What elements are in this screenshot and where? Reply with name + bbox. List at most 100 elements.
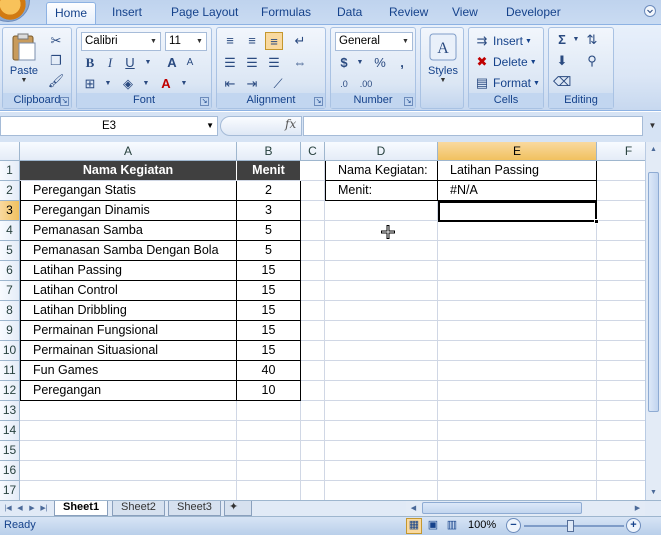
cell-f5[interactable] bbox=[597, 241, 645, 261]
cell-f1[interactable] bbox=[597, 161, 645, 181]
cell-b13[interactable] bbox=[237, 401, 301, 421]
cell-e7[interactable] bbox=[438, 281, 597, 301]
name-box[interactable]: E3 ▼ bbox=[0, 116, 218, 136]
cell-e11[interactable] bbox=[438, 361, 597, 381]
clipboard-launcher-icon[interactable]: ↘ bbox=[60, 97, 69, 106]
cell-b16[interactable] bbox=[237, 461, 301, 481]
horizontal-scroll-thumb[interactable] bbox=[422, 502, 582, 514]
comma-style-icon[interactable]: , bbox=[393, 54, 411, 72]
page-layout-view-icon[interactable]: ▣ bbox=[425, 518, 441, 534]
worksheet-grid[interactable]: ABCDEF 1 2 3 4 5 6 7 8 9 10 11 12 13 14 15 16 17 Nama Ke… bbox=[0, 142, 645, 500]
normal-view-icon[interactable]: ▦ bbox=[406, 518, 422, 534]
lookup-value-nama[interactable]: Latihan Passing bbox=[438, 161, 597, 181]
cell-f4[interactable] bbox=[597, 221, 645, 241]
row-header-14[interactable]: 14 bbox=[0, 421, 20, 441]
scroll-right-icon[interactable]: ▶ bbox=[630, 501, 645, 516]
last-sheet-icon[interactable]: ▶| bbox=[38, 501, 50, 516]
page-break-view-icon[interactable]: ▥ bbox=[444, 518, 460, 534]
align-left-icon[interactable]: ☰ bbox=[221, 54, 239, 72]
cell-c13[interactable] bbox=[301, 401, 325, 421]
copy-icon[interactable]: ❐ bbox=[47, 52, 65, 70]
cell-d3[interactable] bbox=[325, 201, 438, 221]
cell-c1[interactable] bbox=[301, 161, 325, 181]
table-cell-minutes[interactable]: 15 bbox=[237, 281, 301, 301]
first-sheet-icon[interactable]: |◀ bbox=[2, 501, 14, 516]
table-cell-name[interactable]: Pemanasan Samba bbox=[20, 221, 237, 241]
table-cell-minutes[interactable]: 3 bbox=[237, 201, 301, 221]
find-select-icon[interactable]: ⚲ bbox=[583, 52, 601, 70]
table-cell-name[interactable]: Latihan Control bbox=[20, 281, 237, 301]
orientation-icon[interactable]: ⟋ bbox=[269, 75, 287, 93]
merge-center-icon[interactable]: ⇔ bbox=[291, 54, 309, 72]
alignment-launcher-icon[interactable]: ↘ bbox=[314, 97, 323, 106]
cell-c4[interactable] bbox=[301, 221, 325, 241]
increase-decimal-icon[interactable]: .0 bbox=[335, 75, 353, 93]
table-cell-minutes[interactable]: 15 bbox=[237, 301, 301, 321]
table-cell-name[interactable]: Peregangan Dinamis bbox=[20, 201, 237, 221]
shrink-font-icon[interactable]: A bbox=[181, 54, 199, 72]
table-cell-minutes[interactable]: 40 bbox=[237, 361, 301, 381]
table-cell-name[interactable]: Permainan Fungsional bbox=[20, 321, 237, 341]
cell-a14[interactable] bbox=[20, 421, 237, 441]
sheet-tab-sheet3[interactable]: Sheet3 bbox=[168, 501, 221, 516]
cell-e15[interactable] bbox=[438, 441, 597, 461]
cell-d16[interactable] bbox=[325, 461, 438, 481]
row-header-4[interactable]: 4 bbox=[0, 221, 20, 241]
cell-e6[interactable] bbox=[438, 261, 597, 281]
cell-e5[interactable] bbox=[438, 241, 597, 261]
cell-c12[interactable] bbox=[301, 381, 325, 401]
active-cell-e3[interactable] bbox=[438, 201, 599, 224]
lookup-value-menit[interactable]: #N/A bbox=[438, 181, 597, 201]
underline-icon[interactable]: U bbox=[121, 54, 139, 72]
cell-c6[interactable] bbox=[301, 261, 325, 281]
cell-d8[interactable] bbox=[325, 301, 438, 321]
cell-f2[interactable] bbox=[597, 181, 645, 201]
decrease-decimal-icon[interactable]: .00 bbox=[357, 75, 375, 93]
cell-d5[interactable] bbox=[325, 241, 438, 261]
fill-color-dropdown-icon[interactable]: ▼ bbox=[137, 75, 155, 93]
next-sheet-icon[interactable]: ▶ bbox=[26, 501, 38, 516]
cell-d13[interactable] bbox=[325, 401, 438, 421]
cell-c17[interactable] bbox=[301, 481, 325, 500]
cell-d6[interactable] bbox=[325, 261, 438, 281]
horizontal-scrollbar[interactable]: ◀ ▶ bbox=[406, 501, 645, 516]
cell-f9[interactable] bbox=[597, 321, 645, 341]
cell-f16[interactable] bbox=[597, 461, 645, 481]
borders-dropdown-icon[interactable]: ▼ bbox=[99, 75, 117, 93]
cell-c5[interactable] bbox=[301, 241, 325, 261]
font-launcher-icon[interactable]: ↘ bbox=[200, 97, 209, 106]
cell-f15[interactable] bbox=[597, 441, 645, 461]
row-header-17[interactable]: 17 bbox=[0, 481, 20, 500]
zoom-out-icon[interactable]: − bbox=[506, 518, 521, 533]
table-cell-name[interactable]: Pemanasan Samba Dengan Bola bbox=[20, 241, 237, 261]
percent-icon[interactable]: % bbox=[371, 54, 389, 72]
vertical-scrollbar[interactable]: ▲ ▼ bbox=[645, 142, 661, 500]
cell-d10[interactable] bbox=[325, 341, 438, 361]
table-cell-name[interactable]: Peregangan Statis bbox=[20, 181, 237, 201]
cell-d11[interactable] bbox=[325, 361, 438, 381]
cell-e4[interactable] bbox=[438, 221, 597, 241]
cell-c7[interactable] bbox=[301, 281, 325, 301]
lookup-label-nama[interactable]: Nama Kegiatan: bbox=[325, 161, 438, 181]
zoom-slider-track[interactable] bbox=[524, 525, 624, 527]
wrap-text-icon[interactable]: ↵ bbox=[291, 32, 309, 50]
column-header-f[interactable]: F bbox=[597, 142, 645, 161]
cell-f6[interactable] bbox=[597, 261, 645, 281]
cell-e16[interactable] bbox=[438, 461, 597, 481]
cell-c15[interactable] bbox=[301, 441, 325, 461]
select-all-corner[interactable] bbox=[0, 142, 20, 161]
styles-button[interactable]: A Styles ▼ bbox=[426, 32, 460, 92]
cell-b17[interactable] bbox=[237, 481, 301, 500]
tab-developer[interactable]: Developer bbox=[498, 2, 569, 24]
table-header-menit[interactable]: Menit bbox=[237, 161, 301, 181]
cell-c9[interactable] bbox=[301, 321, 325, 341]
scroll-up-icon[interactable]: ▲ bbox=[646, 142, 661, 157]
cell-b14[interactable] bbox=[237, 421, 301, 441]
table-cell-minutes[interactable]: 2 bbox=[237, 181, 301, 201]
fill-color-icon[interactable]: ◈ bbox=[119, 75, 137, 93]
cell-c16[interactable] bbox=[301, 461, 325, 481]
cell-c14[interactable] bbox=[301, 421, 325, 441]
row-header-13[interactable]: 13 bbox=[0, 401, 20, 421]
format-cells-button[interactable]: ▤ Format ▼ bbox=[473, 73, 540, 93]
row-header-2[interactable]: 2 bbox=[0, 181, 20, 201]
